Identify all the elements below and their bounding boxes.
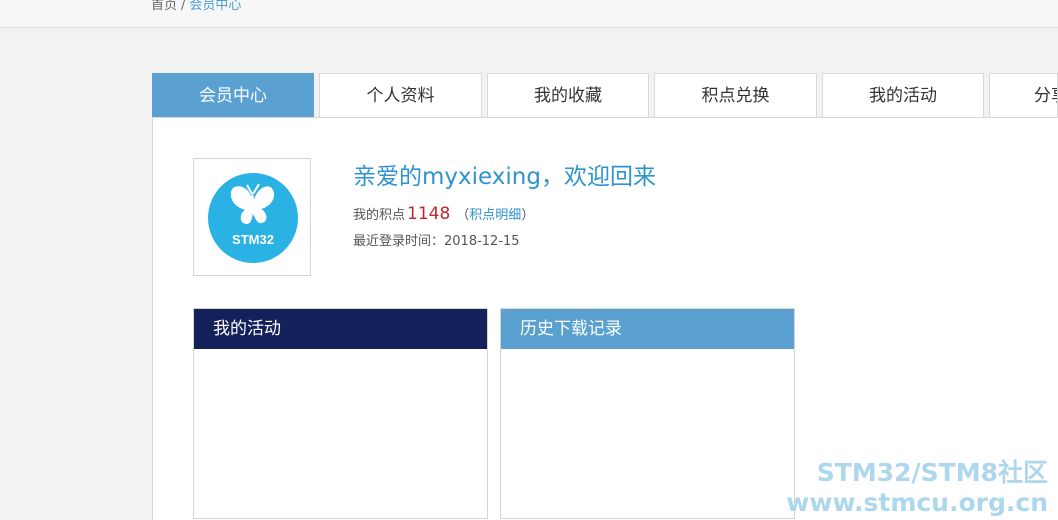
watermark-line-2: www.stmcu.org.cn [786, 488, 1048, 517]
welcome-message: 亲爱的myxiexing，欢迎回来 [353, 164, 656, 190]
tab-points-exchange[interactable]: 积点兑换 [654, 73, 817, 118]
avatar-logo-text: STM32 [232, 232, 274, 247]
tab-my-activities[interactable]: 我的活动 [822, 73, 984, 118]
breadcrumb: 首页 / 会员中心 [151, 0, 241, 13]
points-detail-close: ） [521, 208, 535, 223]
breadcrumb-current[interactable]: 会员中心 [189, 0, 241, 13]
download-history-box: 历史下载记录 [500, 308, 795, 519]
avatar[interactable]: STM32 [193, 158, 311, 276]
my-activities-header[interactable]: 我的活动 [194, 309, 487, 349]
points-line: 我的积点 1148 （积点明细） [353, 204, 534, 224]
last-login-value: 2018-12-15 [444, 234, 520, 249]
my-activities-box: 我的活动 [193, 308, 488, 519]
tab-favorites[interactable]: 我的收藏 [487, 73, 649, 118]
site-watermark: STM32/STM8社区 www.stmcu.org.cn [786, 458, 1048, 518]
last-login-label: 最近登录时间： [353, 234, 445, 249]
points-label: 我的积点 [353, 208, 406, 223]
breadcrumb-separator: / [181, 0, 186, 13]
watermark-line-1: STM32/STM8社区 [816, 458, 1048, 487]
download-history-header[interactable]: 历史下载记录 [501, 309, 794, 349]
breadcrumb-home-link[interactable]: 首页 [151, 0, 177, 13]
points-value: 1148 [407, 204, 451, 224]
tab-share[interactable]: 分享 [989, 73, 1058, 118]
tab-member-center[interactable]: 会员中心 [152, 73, 314, 118]
stm32-logo-icon: STM32 [208, 173, 298, 263]
last-login-line: 最近登录时间：2018-12-15 [353, 230, 520, 249]
points-detail-open: （ [456, 208, 470, 223]
tab-profile[interactable]: 个人资料 [319, 73, 482, 118]
points-detail-link[interactable]: 积点明细 [469, 208, 521, 223]
top-bar: 首页 / 会员中心 [0, 0, 1058, 28]
